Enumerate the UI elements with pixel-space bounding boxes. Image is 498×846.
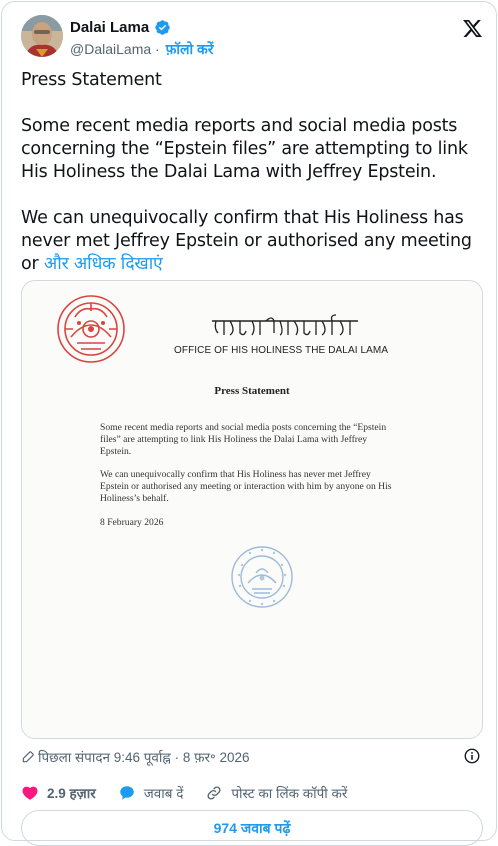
x-logo-icon[interactable]	[461, 18, 484, 39]
author-name-row: Dalai Lama	[70, 19, 171, 36]
avatar[interactable]	[21, 15, 63, 57]
follow-button[interactable]: फ़ॉलो करें	[166, 41, 214, 57]
heart-icon	[22, 786, 38, 800]
tweet-paragraph: We can unequivocally confirm that His Ho…	[21, 207, 483, 276]
attached-image[interactable]: OFFICE OF HIS HOLINESS THE DALAI LAMA Pr…	[21, 280, 483, 739]
edited-timestamp[interactable]: पिछला संपादन 9:46 पूर्वाह्न · 8 फ़र॰ 202…	[38, 748, 250, 766]
author-name[interactable]: Dalai Lama	[70, 19, 149, 36]
like-button[interactable]: 2.9 हज़ार	[21, 784, 96, 802]
tweet-paragraph: Some recent media reports and social med…	[21, 116, 468, 182]
official-seal-icon	[231, 546, 293, 608]
document-paragraph: Some recent media reports and social med…	[100, 422, 387, 457]
show-more-link[interactable]: और अधिक दिखाएं	[44, 254, 163, 274]
handle-separator: ·	[155, 41, 160, 57]
link-icon	[207, 786, 221, 800]
tweet-paragraph: Press Statement	[21, 70, 162, 90]
speech-bubble-icon	[119, 786, 134, 800]
document-paragraph: We can unequivocally confirm that His Ho…	[100, 469, 392, 504]
info-icon[interactable]	[463, 747, 481, 765]
read-replies-button[interactable]: 974 जवाब पढ़ें	[21, 810, 483, 846]
author-handle[interactable]: @DalaiLama	[70, 41, 151, 57]
actions-bar: 2.9 हज़ार जवाब दें पोस्ट का लिंक कॉपी कर…	[21, 782, 369, 804]
office-heading: OFFICE OF HIS HOLINESS THE DALAI LAMA	[174, 345, 389, 356]
document-body: Some recent media reports and social med…	[100, 422, 400, 541]
copy-link-label: पोस्ट का लिंक कॉपी करें	[231, 786, 348, 801]
tweet-text: Press Statement Some recent media report…	[21, 69, 483, 299]
office-emblem-icon	[57, 295, 125, 363]
tweet-card: Dalai Lama @DalaiLama · फ़ॉलो करें Press…	[1, 1, 497, 846]
handle-row: @DalaiLama · फ़ॉलो करें	[70, 40, 214, 59]
copy-link-button[interactable]: पोस्ट का लिंक कॉपी करें	[205, 784, 347, 802]
tibetan-script-heading	[212, 314, 358, 336]
like-count: 2.9 हज़ार	[47, 786, 96, 801]
letter-document: OFFICE OF HIS HOLINESS THE DALAI LAMA Pr…	[22, 281, 482, 738]
pencil-icon	[22, 751, 34, 763]
document-date: 8 February 2026	[100, 516, 164, 528]
reply-label: जवाब दें	[143, 786, 184, 801]
verified-badge-icon	[155, 20, 170, 35]
edit-meta-row: पिछला संपादन 9:46 पूर्वाह्न · 8 फ़र॰ 202…	[21, 747, 483, 767]
reply-button[interactable]: जवाब दें	[118, 784, 184, 802]
document-title: Press Statement	[214, 385, 290, 397]
